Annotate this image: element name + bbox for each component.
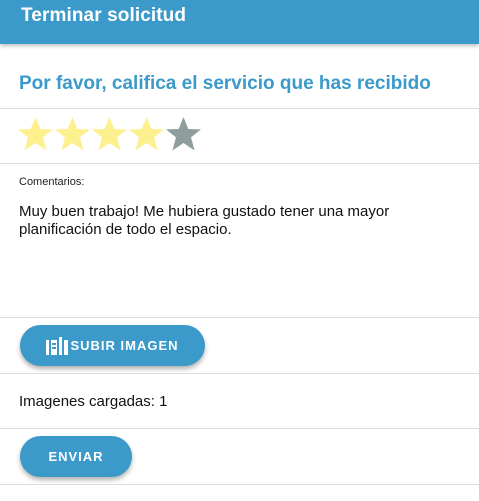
divider — [0, 108, 479, 109]
image-upload-icon — [46, 336, 69, 355]
send-button-label: ENVIAR — [48, 449, 104, 464]
star-filled-icon[interactable] — [91, 115, 128, 153]
star-filled-icon[interactable] — [128, 115, 165, 153]
star-rating[interactable] — [17, 115, 202, 153]
divider — [0, 163, 479, 164]
comments-field[interactable]: Muy buen trabajo! Me hubiera gustado ten… — [19, 203, 459, 239]
header-title: Terminar solicitud — [21, 5, 187, 26]
divider — [0, 317, 479, 318]
rating-prompt: Por favor, califica el servicio que has … — [19, 73, 431, 94]
star-empty-icon[interactable] — [165, 115, 202, 153]
star-filled-icon[interactable] — [54, 115, 91, 153]
star-filled-icon[interactable] — [17, 115, 54, 153]
upload-button-label: SUBIR IMAGEN — [70, 338, 179, 353]
app-header: Terminar solicitud — [0, 0, 479, 44]
uploaded-images-count: Imagenes cargadas: 1 — [19, 393, 168, 410]
divider — [0, 484, 479, 485]
divider — [0, 373, 479, 374]
comments-label: Comentarios: — [19, 176, 85, 188]
divider — [0, 428, 479, 429]
send-button[interactable]: ENVIAR — [20, 436, 132, 477]
upload-image-button[interactable]: SUBIR IMAGEN — [20, 325, 205, 366]
